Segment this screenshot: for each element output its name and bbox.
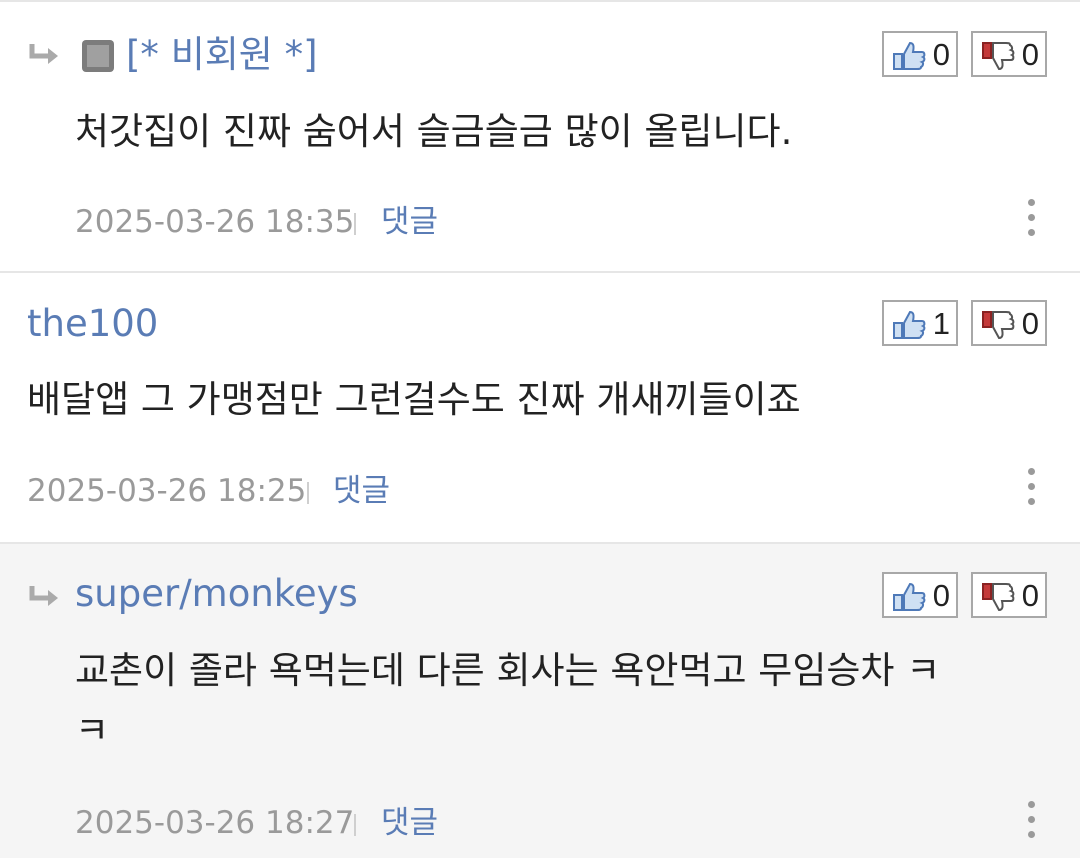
reply-link[interactable]: 댓글 (381, 808, 438, 839)
like-button[interactable]: 0 (882, 31, 958, 77)
comment-author[interactable]: the100 (27, 305, 158, 342)
thumbs-down-icon (982, 42, 1015, 71)
reply-arrow-icon (29, 586, 58, 606)
comment-datetime: 2025-03-26 18:27 (75, 805, 355, 841)
comment-datetime: 2025-03-26 18:25 (27, 473, 307, 509)
like-count: 0 (932, 37, 950, 72)
meta-separator (354, 814, 356, 836)
more-vertical-icon[interactable] (1026, 468, 1036, 506)
comment-item: super/monkeys 0 0 교촌이 졸라 욕먹는데 다른 회사는 욕안먹… (0, 544, 1080, 858)
thumbs-up-icon (893, 310, 926, 339)
like-count: 0 (932, 578, 950, 613)
reply-link[interactable]: 댓글 (333, 476, 390, 507)
dislike-count: 0 (1021, 37, 1039, 72)
dislike-button[interactable]: 0 (971, 31, 1047, 77)
comment-item: the100 1 0 배달앱 그 가맹점만 그런걸수도 진짜 개새끼들이죠 20… (0, 273, 1080, 544)
more-vertical-icon[interactable] (1026, 199, 1036, 237)
thumbs-up-icon (893, 41, 926, 70)
reply-link[interactable]: 댓글 (381, 207, 438, 238)
thumbs-up-icon (893, 582, 926, 611)
comment-body-continued: ㅋ (75, 709, 110, 752)
comment-body: 교촌이 졸라 욕먹는데 다른 회사는 욕안먹고 무임승차 ㅋ (75, 649, 941, 692)
thumbs-down-icon (982, 311, 1015, 340)
more-vertical-icon[interactable] (1026, 801, 1036, 839)
like-count: 1 (932, 306, 950, 341)
like-button[interactable]: 1 (882, 300, 958, 346)
dislike-count: 0 (1021, 578, 1039, 613)
reply-arrow-icon (29, 44, 58, 64)
thumbs-down-icon (982, 583, 1015, 612)
comment-datetime: 2025-03-26 18:35 (75, 204, 355, 240)
meta-separator (307, 482, 309, 504)
comment-body: 처갓집이 진짜 숨어서 슬금슬금 많이 올립니다. (75, 110, 793, 153)
comment-body: 배달앱 그 가맹점만 그런걸수도 진짜 개새끼들이죠 (27, 378, 801, 421)
comment-item: [* 비회원 *] 0 0 처갓집이 진짜 숨어서 슬금슬금 많이 올립니다. … (0, 0, 1080, 273)
like-button[interactable]: 0 (882, 572, 958, 618)
dislike-button[interactable]: 0 (971, 300, 1047, 346)
dislike-button[interactable]: 0 (971, 572, 1047, 618)
meta-separator (354, 213, 356, 235)
guest-square-icon (82, 40, 114, 72)
comment-author[interactable]: super/monkeys (75, 575, 358, 612)
dislike-count: 0 (1021, 306, 1039, 341)
comment-author[interactable]: [* 비회원 *] (126, 36, 318, 73)
